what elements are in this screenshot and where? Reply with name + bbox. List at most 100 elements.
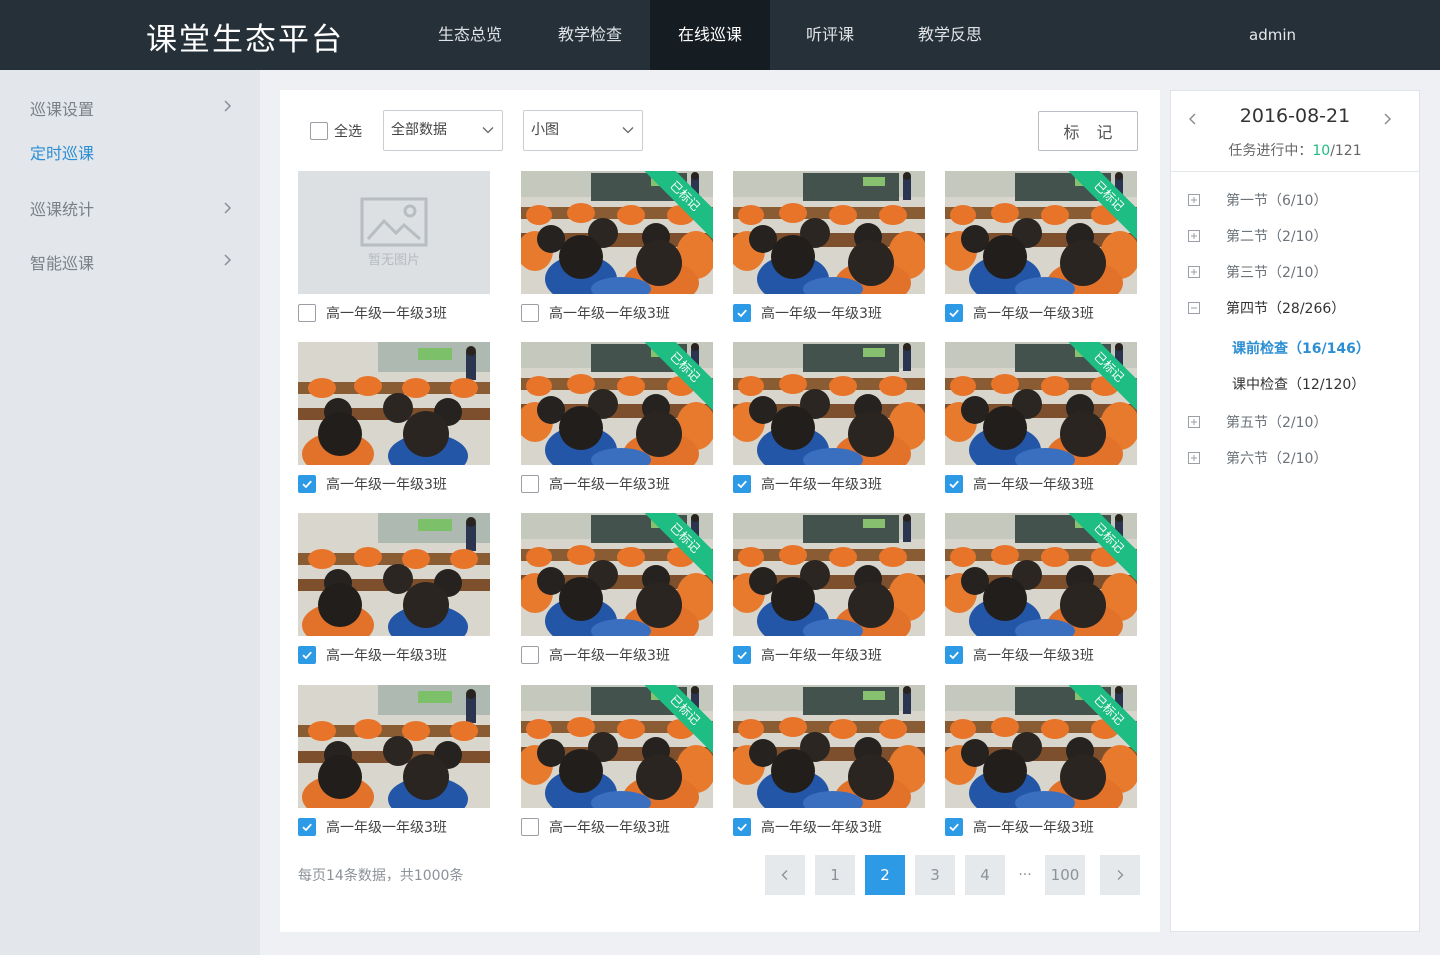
checkbox-box bbox=[298, 304, 316, 322]
class-name-label: 高一年级一年级3班 bbox=[326, 306, 447, 322]
photo-select-checkbox[interactable]: 高一年级一年级3班 bbox=[733, 817, 882, 837]
session-label: 第三节（2/10） bbox=[1226, 265, 1328, 281]
expand-plus-icon bbox=[1188, 416, 1200, 428]
photo-card: 已标记高一年级一年级3班 bbox=[945, 342, 1137, 494]
photo-select-checkbox[interactable]: 高一年级一年级3班 bbox=[298, 303, 447, 323]
collapse-minus-icon bbox=[1188, 302, 1200, 314]
classroom-photo bbox=[733, 171, 925, 294]
checkbox-box bbox=[521, 646, 539, 664]
sidebar-item-patrol-settings[interactable]: 巡课设置 bbox=[30, 96, 240, 120]
photo-card: 已标记高一年级一年级3班 bbox=[945, 171, 1137, 323]
photo-thumbnail[interactable]: 已标记 bbox=[521, 342, 713, 465]
photo-select-checkbox[interactable]: 高一年级一年级3班 bbox=[945, 645, 1094, 665]
nav-lesson-review[interactable]: 听评课 bbox=[770, 0, 890, 70]
page-button-last[interactable]: 100 bbox=[1045, 855, 1085, 895]
select-all-checkbox[interactable]: 全选 bbox=[310, 121, 362, 141]
nav-teaching-check[interactable]: 教学检查 bbox=[530, 0, 650, 70]
photo-thumbnail[interactable] bbox=[298, 685, 490, 808]
no-image-text: 暂无图片 bbox=[367, 253, 420, 268]
page-button-2[interactable]: 2 bbox=[865, 855, 905, 895]
checkmark-icon bbox=[949, 823, 959, 832]
session-item[interactable]: 第六节（2/10） bbox=[1188, 448, 1327, 468]
page-button-3[interactable]: 3 bbox=[915, 855, 955, 895]
class-name-label: 高一年级一年级3班 bbox=[761, 648, 882, 664]
nav-online-patrol[interactable]: 在线巡课 bbox=[650, 0, 770, 70]
photo-select-checkbox[interactable]: 高一年级一年级3班 bbox=[298, 474, 447, 494]
photo-card: 高一年级一年级3班 bbox=[733, 171, 925, 323]
photo-thumbnail[interactable] bbox=[733, 342, 925, 465]
photo-select-checkbox[interactable]: 高一年级一年级3班 bbox=[298, 817, 447, 837]
photo-card: 已标记高一年级一年级3班 bbox=[521, 342, 713, 494]
checkbox-box bbox=[298, 475, 316, 493]
checkmark-icon bbox=[949, 651, 959, 660]
nav-teaching-reflection[interactable]: 教学反思 bbox=[890, 0, 1010, 70]
session-item[interactable]: 第一节（6/10） bbox=[1188, 190, 1327, 210]
sidebar-item-patrol-statistics[interactable]: 巡课统计 bbox=[30, 196, 240, 220]
classroom-photo bbox=[298, 685, 490, 808]
photo-thumbnail[interactable] bbox=[298, 513, 490, 636]
sidebar-item-scheduled-patrol[interactable]: 定时巡课 bbox=[30, 140, 240, 164]
sidebar-item-smart-patrol[interactable]: 智能巡课 bbox=[30, 250, 240, 274]
photo-card: 已标记高一年级一年级3班 bbox=[945, 513, 1137, 665]
session-subitem[interactable]: 课前检查（16/146） bbox=[1232, 338, 1370, 358]
app-logo: 课堂生态平台 bbox=[146, 22, 344, 58]
class-name-label: 高一年级一年级3班 bbox=[549, 820, 670, 836]
checkbox-box bbox=[298, 818, 316, 836]
session-label: 第四节（28/266） bbox=[1226, 301, 1346, 317]
photo-thumbnail[interactable] bbox=[733, 685, 925, 808]
session-label: 第六节（2/10） bbox=[1226, 451, 1328, 467]
class-name-label: 高一年级一年级3班 bbox=[549, 306, 670, 322]
photo-thumbnail[interactable]: 已标记 bbox=[945, 513, 1137, 636]
photo-thumbnail[interactable] bbox=[298, 342, 490, 465]
sidebar-item-label: 定时巡课 bbox=[30, 144, 95, 163]
photo-thumbnail[interactable]: 已标记 bbox=[945, 685, 1137, 808]
checkbox-box bbox=[733, 646, 751, 664]
photo-thumbnail[interactable]: 暂无图片 bbox=[298, 171, 490, 294]
photo-thumbnail[interactable]: 已标记 bbox=[945, 342, 1137, 465]
expand-plus-icon bbox=[1188, 194, 1200, 206]
no-image-placeholder: 暂无图片 bbox=[298, 171, 490, 294]
photo-select-checkbox[interactable]: 高一年级一年级3班 bbox=[945, 474, 1094, 494]
next-date-icon[interactable] bbox=[1377, 109, 1397, 129]
prev-page-button[interactable] bbox=[765, 855, 805, 895]
progress-done: 10 bbox=[1312, 143, 1331, 159]
photo-thumbnail[interactable] bbox=[733, 513, 925, 636]
page-button-4[interactable]: 4 bbox=[965, 855, 1005, 895]
session-item[interactable]: 第二节（2/10） bbox=[1188, 226, 1327, 246]
next-page-button[interactable] bbox=[1100, 855, 1140, 895]
photo-select-checkbox[interactable]: 高一年级一年级3班 bbox=[521, 474, 670, 494]
checkmark-icon bbox=[737, 823, 747, 832]
data-filter-select[interactable]: 全部数据 bbox=[383, 110, 503, 151]
photo-thumbnail[interactable]: 已标记 bbox=[945, 171, 1137, 294]
session-item[interactable]: 第四节（28/266） bbox=[1188, 298, 1345, 318]
classroom-photo bbox=[298, 342, 490, 465]
checkmark-icon bbox=[302, 823, 312, 832]
photo-select-checkbox[interactable]: 高一年级一年级3班 bbox=[733, 303, 882, 323]
photo-thumbnail[interactable]: 已标记 bbox=[521, 685, 713, 808]
view-mode-select[interactable]: 小图 bbox=[523, 110, 643, 151]
photo-select-checkbox[interactable]: 高一年级一年级3班 bbox=[521, 817, 670, 837]
chevron-right-icon bbox=[1117, 870, 1124, 880]
photo-thumbnail[interactable]: 已标记 bbox=[521, 513, 713, 636]
page-button-1[interactable]: 1 bbox=[815, 855, 855, 895]
photo-thumbnail[interactable]: 已标记 bbox=[521, 171, 713, 294]
pagination-ellipsis: ··· bbox=[1018, 867, 1032, 883]
photo-select-checkbox[interactable]: 高一年级一年级3班 bbox=[298, 645, 447, 665]
photo-select-checkbox[interactable]: 高一年级一年级3班 bbox=[733, 474, 882, 494]
photo-select-checkbox[interactable]: 高一年级一年级3班 bbox=[945, 303, 1094, 323]
photo-select-checkbox[interactable]: 高一年级一年级3班 bbox=[733, 645, 882, 665]
session-item[interactable]: 第三节（2/10） bbox=[1188, 262, 1327, 282]
photo-thumbnail[interactable] bbox=[733, 171, 925, 294]
photo-select-checkbox[interactable]: 高一年级一年级3班 bbox=[945, 817, 1094, 837]
mark-button[interactable]: 标 记 bbox=[1038, 111, 1138, 151]
session-item[interactable]: 第五节（2/10） bbox=[1188, 412, 1327, 432]
session-subitem[interactable]: 课中检查（12/120） bbox=[1232, 374, 1365, 394]
nav-overview[interactable]: 生态总览 bbox=[410, 0, 530, 70]
class-name-label: 高一年级一年级3班 bbox=[761, 477, 882, 493]
class-name-label: 高一年级一年级3班 bbox=[973, 477, 1094, 493]
expand-plus-icon bbox=[1188, 230, 1200, 242]
user-name[interactable]: admin bbox=[1249, 0, 1296, 70]
photo-select-checkbox[interactable]: 高一年级一年级3班 bbox=[521, 645, 670, 665]
photo-select-checkbox[interactable]: 高一年级一年级3班 bbox=[521, 303, 670, 323]
image-placeholder-icon bbox=[360, 197, 428, 247]
